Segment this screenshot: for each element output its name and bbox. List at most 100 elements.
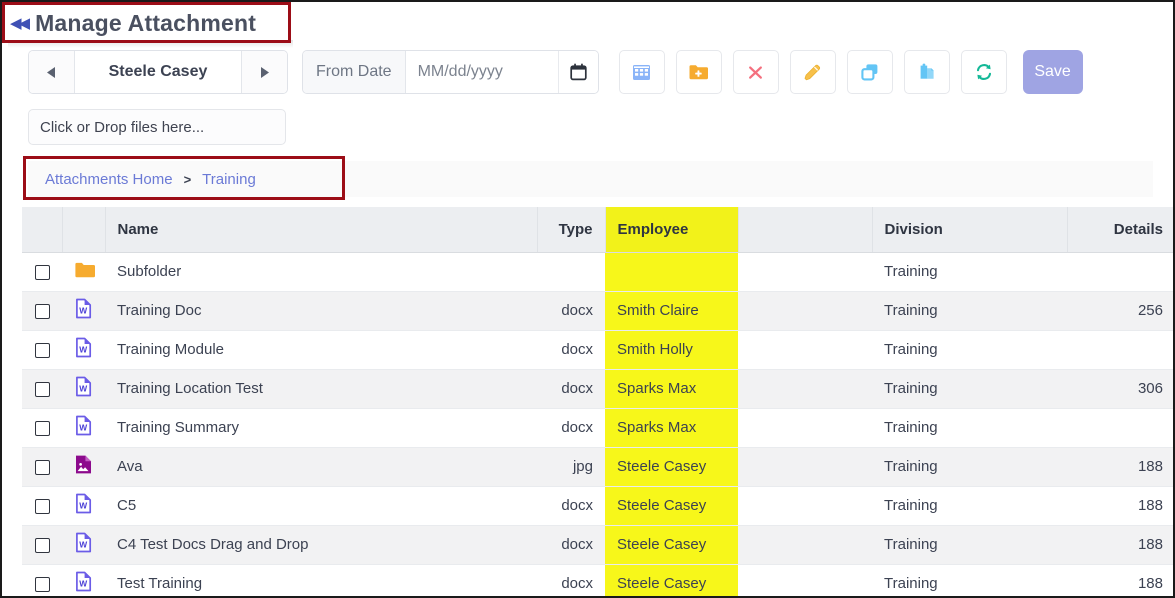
- file-dropzone[interactable]: Click or Drop files here...: [28, 109, 286, 145]
- cell-name[interactable]: Training Summary: [105, 408, 537, 448]
- cell-name[interactable]: Ava: [105, 447, 537, 487]
- table-row[interactable]: W Training Summary docx Sparks Max Training: [22, 408, 1173, 448]
- from-date-input[interactable]: [405, 51, 558, 93]
- paste-button[interactable]: [903, 50, 950, 94]
- row-checkbox-cell[interactable]: [22, 291, 62, 331]
- breadcrumb-home-link[interactable]: Attachments Home: [45, 171, 173, 188]
- attachments-grid: Name Type Employee Division Details Subf…: [22, 207, 1173, 596]
- grid-view-button[interactable]: [618, 50, 665, 94]
- toolbar: Steele Casey From Date MM/dd/yyyy Save: [2, 50, 1173, 108]
- cell-name[interactable]: C5: [105, 486, 537, 526]
- word-file-icon: W: [76, 532, 92, 553]
- table-header-row: Name Type Employee Division Details: [22, 207, 1173, 253]
- table-row[interactable]: Ava jpg Steele Casey Training 188: [22, 447, 1173, 487]
- header-blank[interactable]: [738, 207, 873, 253]
- row-checkbox-cell[interactable]: [22, 330, 62, 370]
- toolbar-action-buttons: [618, 50, 1007, 94]
- row-file-icon-cell: W: [62, 525, 105, 565]
- next-employee-button[interactable]: [241, 51, 287, 93]
- header-details[interactable]: Details: [1067, 207, 1173, 253]
- employee-selector-value[interactable]: Steele Casey: [75, 51, 241, 93]
- save-button[interactable]: Save: [1022, 50, 1083, 94]
- row-checkbox-cell[interactable]: [22, 486, 62, 526]
- row-checkbox-cell[interactable]: [22, 564, 62, 596]
- table-row[interactable]: W Training Module docx Smith Holly Training: [22, 330, 1173, 370]
- svg-text:W: W: [79, 306, 87, 316]
- row-checkbox[interactable]: [34, 342, 50, 358]
- cell-type: docx: [537, 564, 605, 596]
- row-file-icon-cell: [62, 447, 105, 487]
- breadcrumb-current-link[interactable]: Training: [202, 171, 256, 188]
- header-name[interactable]: Name: [105, 207, 538, 253]
- table-row[interactable]: W Test Training docx Steele Casey Training 18…: [22, 564, 1173, 596]
- row-checkbox-cell[interactable]: [22, 369, 62, 409]
- cell-name[interactable]: Training Location Test: [105, 369, 537, 409]
- title-shadow: [8, 40, 293, 48]
- svg-text:W: W: [79, 423, 87, 433]
- word-file-icon: W: [76, 337, 92, 358]
- cell-type: docx: [537, 369, 605, 409]
- header-employee[interactable]: Employee: [605, 207, 739, 253]
- new-folder-button[interactable]: [675, 50, 722, 94]
- header-division[interactable]: Division: [872, 207, 1068, 253]
- title-bar: ◀◀ Manage Attachment: [2, 2, 1173, 44]
- cell-name[interactable]: Training Module: [105, 330, 537, 370]
- row-checkbox[interactable]: [34, 420, 50, 436]
- cell-details: 306: [1067, 369, 1173, 409]
- refresh-button[interactable]: [960, 50, 1007, 94]
- row-checkbox[interactable]: [34, 459, 50, 475]
- cell-employee: Smith Claire: [605, 291, 738, 331]
- cell-name[interactable]: Test Training: [105, 564, 537, 596]
- employee-selector: Steele Casey: [28, 50, 288, 94]
- previous-employee-button[interactable]: [29, 51, 75, 93]
- row-file-icon-cell: W: [62, 486, 105, 526]
- cell-name[interactable]: C4 Test Docs Drag and Drop: [105, 525, 537, 565]
- header-select-all[interactable]: [22, 207, 63, 253]
- cell-blank: [738, 447, 872, 487]
- cell-type: docx: [537, 486, 605, 526]
- row-checkbox-cell[interactable]: [22, 252, 62, 292]
- row-checkbox-cell[interactable]: [22, 447, 62, 487]
- row-checkbox[interactable]: [34, 537, 50, 553]
- table-row[interactable]: W Training Doc docx Smith Claire Training 256: [22, 291, 1173, 331]
- header-type[interactable]: Type: [537, 207, 606, 253]
- row-file-icon-cell: W: [62, 291, 105, 331]
- cell-blank: [738, 564, 872, 596]
- row-checkbox[interactable]: [34, 264, 50, 280]
- triangle-left-icon: [47, 66, 55, 78]
- row-checkbox-cell[interactable]: [22, 525, 62, 565]
- cell-blank: [738, 486, 872, 526]
- copy-button[interactable]: [846, 50, 893, 94]
- cell-employee: Sparks Max: [605, 408, 738, 448]
- cell-division: Training: [872, 252, 1067, 292]
- cell-blank: [738, 252, 872, 292]
- row-checkbox-cell[interactable]: [22, 408, 62, 448]
- breadcrumb: Attachments Home > Training: [28, 161, 1153, 197]
- cell-employee: Steele Casey: [605, 447, 738, 487]
- delete-button[interactable]: [732, 50, 779, 94]
- row-checkbox[interactable]: [34, 498, 50, 514]
- collapse-left-icon[interactable]: ◀◀: [10, 16, 30, 31]
- cell-details: 188: [1067, 525, 1173, 565]
- row-checkbox[interactable]: [34, 576, 50, 592]
- svg-text:W: W: [79, 540, 87, 550]
- close-x-icon: [749, 65, 763, 79]
- cell-blank: [738, 369, 872, 409]
- table-row[interactable]: W C4 Test Docs Drag and Drop docx Steele Ca…: [22, 525, 1173, 565]
- row-checkbox[interactable]: [34, 381, 50, 397]
- table-row[interactable]: W C5 docx Steele Casey Training 188: [22, 486, 1173, 526]
- cell-name[interactable]: Training Doc: [105, 291, 537, 331]
- svg-text:W: W: [79, 579, 87, 589]
- row-checkbox[interactable]: [34, 303, 50, 319]
- cell-employee: Smith Holly: [605, 330, 738, 370]
- grid-icon: [633, 64, 651, 80]
- cell-type: docx: [537, 408, 605, 448]
- header-file-icon: [62, 207, 106, 253]
- cell-details: 188: [1067, 447, 1173, 487]
- edit-button[interactable]: [789, 50, 836, 94]
- cell-name[interactable]: Subfolder: [105, 252, 537, 292]
- table-row[interactable]: Subfolder Training: [22, 252, 1173, 292]
- cell-blank: [738, 525, 872, 565]
- table-row[interactable]: W Training Location Test docx Sparks Max Tra…: [22, 369, 1173, 409]
- calendar-picker-button[interactable]: [557, 51, 598, 93]
